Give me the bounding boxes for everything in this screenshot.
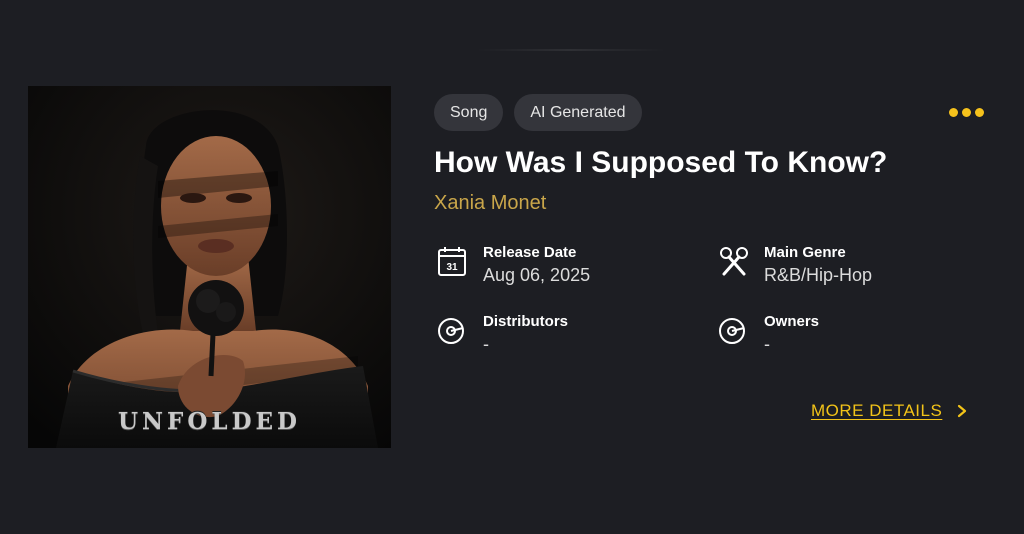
release-date-block: 31 Release Date Aug 06, 2025: [436, 244, 590, 287]
cover-overlay-title: UNFOLDED: [117, 408, 302, 435]
main-genre-value: R&B/Hip-Hop: [764, 265, 873, 285]
distributors-value: -: [483, 334, 489, 354]
more-details-label: MORE DETAILS: [811, 401, 943, 420]
tag-list: Song AI Generated: [434, 94, 642, 131]
ellipsis-dot: [962, 107, 971, 117]
more-details-link[interactable]: MORE DETAILS: [811, 401, 968, 421]
chevron-right-icon: [958, 404, 967, 418]
microphones-icon: [720, 247, 748, 276]
distributors-label: Distributors: [483, 313, 569, 330]
top-divider: [476, 49, 666, 51]
tag-song[interactable]: Song: [434, 94, 504, 131]
owners-label: Owners: [764, 313, 820, 330]
calendar-icon: 31: [438, 247, 466, 276]
cover-artwork: [28, 86, 391, 448]
ellipsis-dot: [975, 107, 984, 117]
release-date-value: Aug 06, 2025: [483, 265, 591, 285]
album-cover: UNFOLDED: [28, 86, 391, 448]
tag-ai-generated[interactable]: AI Generated: [514, 94, 642, 131]
release-date-label: Release Date: [483, 244, 577, 261]
calendar-day: 31: [446, 262, 458, 273]
distributors-block: Distributors -: [436, 313, 568, 356]
artist-link[interactable]: Xania Monet: [434, 192, 546, 215]
disc-icon: [719, 318, 745, 344]
ellipsis-dot: [949, 107, 958, 117]
ellipsis-icon[interactable]: [949, 104, 989, 120]
main-genre-block: Main Genre R&B/Hip-Hop: [717, 244, 872, 287]
disc-icon: [438, 318, 464, 344]
owners-value: -: [764, 334, 770, 354]
main-genre-label: Main Genre: [764, 244, 846, 261]
owners-block: Owners -: [717, 313, 819, 356]
song-title: How Was I Supposed To Know?: [434, 146, 888, 179]
